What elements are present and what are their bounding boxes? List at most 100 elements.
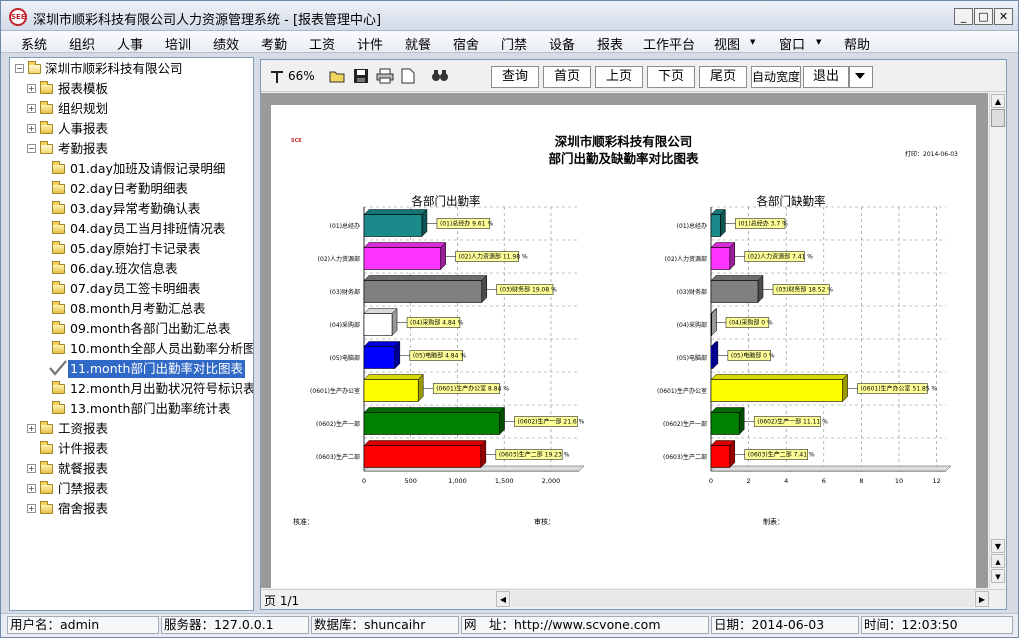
horizontal-scrollbar[interactable] [511, 591, 974, 607]
vertical-scrollbar[interactable]: ▲ ▼ ▲ ▼ [989, 93, 1006, 588]
tree-item-selected[interactable]: 11.month部门出勤率对比图表 [68, 360, 245, 378]
next-page-button[interactable]: 下页 [647, 66, 695, 88]
prev-page-button[interactable]: 上页 [595, 66, 643, 88]
tree-access-reports[interactable]: 门禁报表 [58, 480, 108, 498]
menu-view[interactable]: 视图 [714, 34, 740, 53]
expand-icon[interactable]: + [27, 484, 36, 493]
app-window: SEE 深圳市顺彩科技有限公司人力资源管理系统 - [报表管理中心] _ □ ✕… [0, 0, 1019, 638]
collapse-icon[interactable]: − [27, 144, 36, 153]
tree-org-planning[interactable]: 组织规划 [58, 100, 108, 118]
checkmark-icon [49, 360, 67, 376]
menu-org[interactable]: 组织 [69, 34, 95, 53]
tree-dorm-reports[interactable]: 宿舍报表 [58, 500, 108, 518]
menu-report[interactable]: 报表 [597, 34, 623, 53]
print-date: 打印：2014-06-03 [905, 151, 958, 158]
tree-dining-reports[interactable]: 就餐报表 [58, 460, 108, 478]
data-label: (01)总经办 3.7 % [738, 220, 788, 228]
bar-side-face [729, 439, 736, 469]
menu-hr[interactable]: 人事 [117, 34, 143, 53]
bar [363, 214, 423, 237]
menu-salary[interactable]: 工资 [309, 34, 335, 53]
scroll-left-icon[interactable]: ◀ [496, 591, 510, 607]
expand-icon[interactable]: + [27, 504, 36, 513]
tree-root[interactable]: 深圳市顺彩科技有限公司 [45, 60, 183, 78]
expand-icon[interactable]: + [27, 104, 36, 113]
scroll-up-icon[interactable]: ▲ [991, 94, 1005, 108]
expand-icon[interactable]: + [27, 84, 36, 93]
scroll-pagedown-icon[interactable]: ▼ [991, 569, 1005, 583]
zoom-icon[interactable] [269, 68, 285, 84]
find-icon[interactable] [431, 68, 449, 84]
tree-item[interactable]: 04.day员工当月排班情况表 [70, 220, 225, 238]
zoom-level[interactable]: 66% [288, 69, 315, 83]
auto-width-button[interactable]: 自动宽度 [751, 66, 801, 88]
tree-report-templates[interactable]: 报表模板 [58, 80, 108, 98]
menu-window[interactable]: 窗口 [779, 34, 805, 53]
scroll-down-icon[interactable]: ▼ [991, 539, 1005, 553]
menu-workbench[interactable]: 工作平台 [643, 34, 695, 53]
tree-item[interactable]: 06.day.班次信息表 [70, 260, 178, 278]
close-button[interactable]: ✕ [994, 8, 1013, 25]
last-page-button[interactable]: 尾页 [699, 66, 747, 88]
data-label: (0601)生产办公室 8.84 % [436, 385, 509, 393]
minimize-button[interactable]: _ [954, 8, 973, 25]
menu-system[interactable]: 系统 [21, 34, 47, 53]
first-page-button[interactable]: 首页 [543, 66, 591, 88]
menu-device[interactable]: 设备 [549, 34, 575, 53]
tree-item[interactable]: 13.month部门出勤率统计表 [70, 400, 230, 418]
bar-side-face [720, 208, 726, 238]
menu-piecework[interactable]: 计件 [357, 34, 383, 53]
new-page-icon[interactable] [401, 68, 415, 84]
scroll-pageup-icon[interactable]: ▲ [991, 554, 1005, 568]
bar-top-face [363, 407, 506, 413]
expand-icon[interactable]: + [27, 124, 36, 133]
axis-floor [710, 465, 952, 472]
data-label: (0602)生产一部 21.6 % [518, 418, 585, 426]
bar-side-face [757, 274, 764, 304]
open-folder-icon[interactable] [329, 68, 347, 84]
folder-open-icon [28, 61, 41, 74]
x-tick-label: 10 [895, 477, 903, 485]
scroll-right-icon[interactable]: ▶ [975, 591, 989, 607]
bar-side-face [480, 439, 487, 469]
bar-side-face [712, 340, 719, 370]
report-viewer: 66% 查询 首页 上页 下页 尾页 自动宽度 退出 SCE 深圳市顺彩科技有限… [260, 59, 1007, 610]
status-date: 日期：2014-06-03 [711, 616, 859, 634]
menu-dorm[interactable]: 宿舍 [453, 34, 479, 53]
tree-item[interactable]: 10.month全部人员出勤率分析图表 [70, 340, 253, 358]
collapse-icon[interactable]: − [15, 64, 24, 73]
tree-item[interactable]: 01.day加班及请假记录明细 [70, 160, 225, 178]
scroll-thumb[interactable] [991, 109, 1005, 127]
tree-salary-reports[interactable]: 工资报表 [58, 420, 108, 438]
menu-training[interactable]: 培训 [165, 34, 191, 53]
menu-attendance[interactable]: 考勤 [261, 34, 287, 53]
tree-item[interactable]: 09.month各部门出勤汇总表 [70, 320, 230, 338]
tree-item[interactable]: 12.month月出勤状况符号标识表 [70, 380, 253, 398]
tree-hr-reports[interactable]: 人事报表 [58, 120, 108, 138]
tree-item[interactable]: 03.day异常考勤确认表 [70, 200, 200, 218]
menu-dining[interactable]: 就餐 [405, 34, 431, 53]
maximize-button[interactable]: □ [974, 8, 993, 25]
expand-icon[interactable]: + [27, 464, 36, 473]
category-label: (0603)生产二部 [316, 453, 360, 461]
expand-icon[interactable]: + [27, 424, 36, 433]
tree-item[interactable]: 08.month月考勤汇总表 [70, 300, 205, 318]
tree-item[interactable]: 05.day原始打卡记录表 [70, 240, 200, 258]
print-icon[interactable] [376, 68, 394, 84]
review-label: 审核： [534, 518, 555, 526]
tree-item[interactable]: 02.day日考勤明细表 [70, 180, 188, 198]
tree-item[interactable]: 07.day员工签卡明细表 [70, 280, 200, 298]
folder-icon [52, 401, 65, 414]
combo-arrow-icon[interactable] [855, 73, 865, 79]
bar-side-face [394, 340, 401, 370]
query-button[interactable]: 查询 [491, 66, 539, 88]
tree-piecework-reports[interactable]: 计件报表 [58, 440, 108, 458]
bar-side-face [842, 373, 848, 403]
menu-help[interactable]: 帮助 [844, 34, 870, 53]
folder-open-icon [40, 141, 53, 154]
save-icon[interactable] [353, 68, 369, 84]
menu-access[interactable]: 门禁 [501, 34, 527, 53]
menu-performance[interactable]: 绩效 [213, 34, 239, 53]
tree-attendance-reports[interactable]: 考勤报表 [58, 140, 108, 158]
exit-button[interactable]: 退出 [803, 66, 849, 88]
